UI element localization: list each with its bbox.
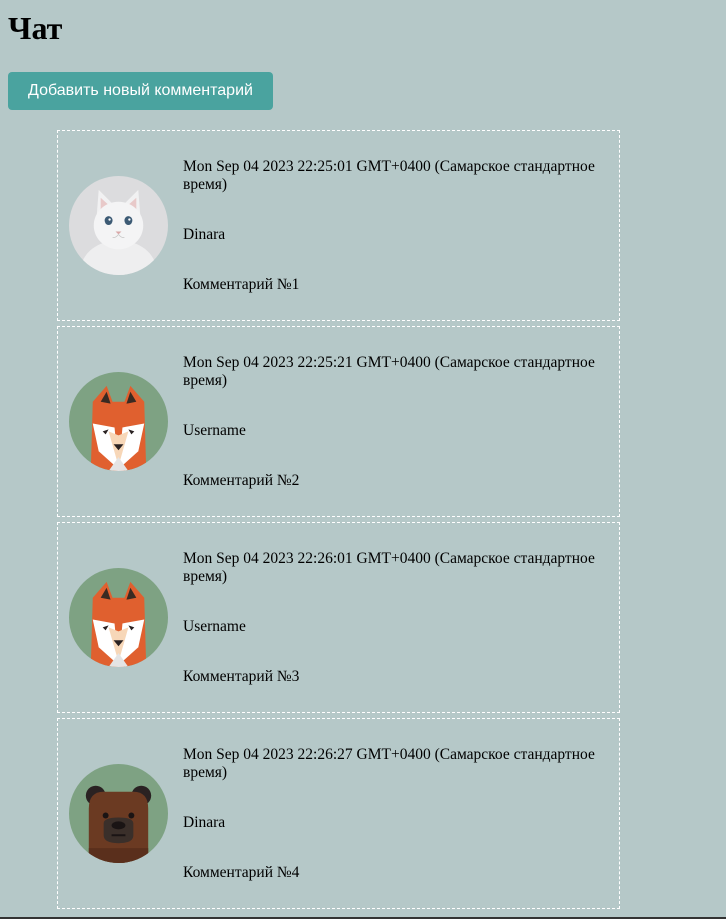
comment-username: Dinara — [183, 814, 226, 831]
comment-item: Mon Sep 04 2023 22:26:01 GMT+0400 (Самар… — [57, 522, 620, 713]
comment-date: Mon Sep 04 2023 22:25:01 GMT+0400 (Самар… — [183, 158, 595, 193]
fox-avatar — [69, 372, 168, 471]
comment-text: Комментарий №4 — [183, 864, 300, 881]
comment-text: Комментарий №3 — [183, 668, 300, 685]
comment-username: Username — [183, 618, 246, 635]
comment-item: Mon Sep 04 2023 22:26:27 GMT+0400 (Самар… — [57, 718, 620, 909]
comment-list: Mon Sep 04 2023 22:25:01 GMT+0400 (Самар… — [57, 130, 620, 914]
comment-text: Комментарий №1 — [183, 276, 300, 293]
comment-date: Mon Sep 04 2023 22:26:27 GMT+0400 (Самар… — [183, 746, 595, 781]
fox-avatar — [69, 568, 168, 667]
white-cat-avatar — [69, 176, 168, 275]
bear-avatar — [69, 764, 168, 863]
add-comment-button[interactable]: Добавить новый комментарий — [8, 72, 273, 110]
comment-item: Mon Sep 04 2023 22:25:01 GMT+0400 (Самар… — [57, 130, 620, 321]
comment-text: Комментарий №2 — [183, 472, 300, 489]
comment-date: Mon Sep 04 2023 22:25:21 GMT+0400 (Самар… — [183, 354, 595, 389]
page-title: Чат — [8, 10, 63, 46]
comment-username: Username — [183, 422, 246, 439]
comment-item: Mon Sep 04 2023 22:25:21 GMT+0400 (Самар… — [57, 326, 620, 517]
comment-username: Dinara — [183, 226, 226, 243]
comment-date: Mon Sep 04 2023 22:26:01 GMT+0400 (Самар… — [183, 550, 595, 585]
